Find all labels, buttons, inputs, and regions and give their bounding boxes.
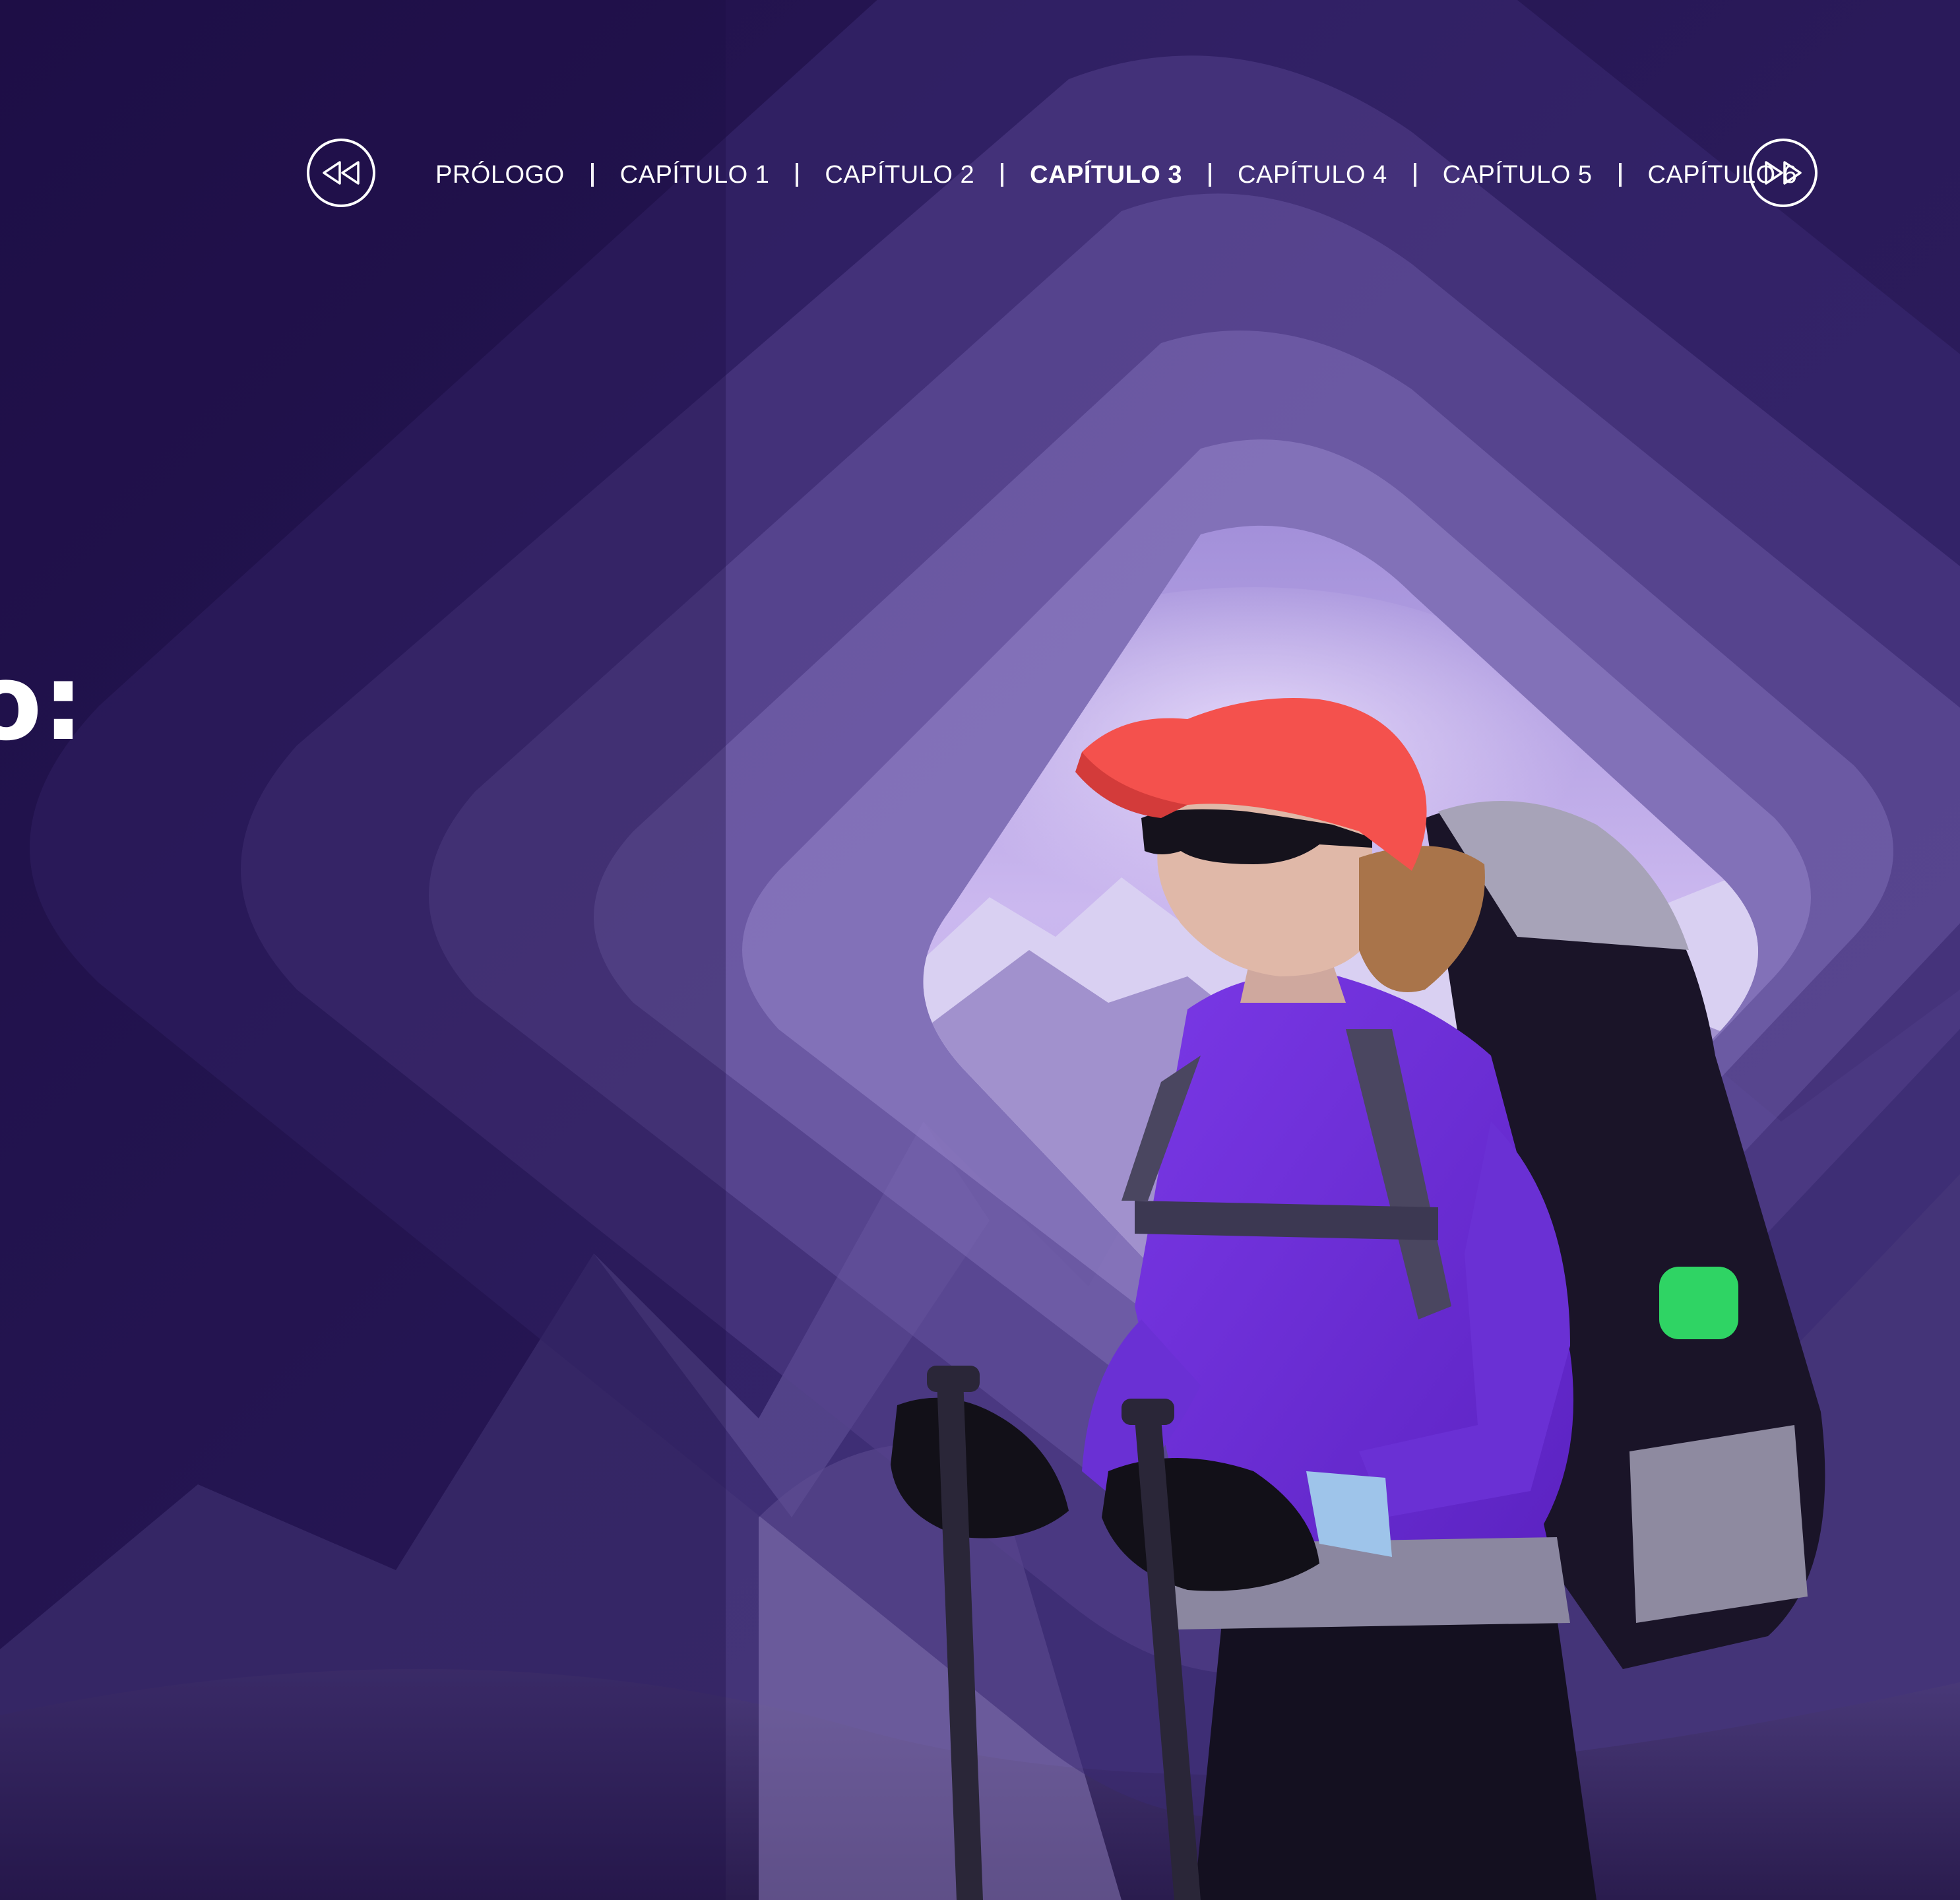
headline-fragment: o: <box>0 641 84 764</box>
chapter-link-prologo[interactable]: PRÓLOGO <box>435 161 565 189</box>
fast-forward-icon <box>1765 161 1802 185</box>
chapter-page: o: PRÓLOGO CAPÍTULO 1 CAPÍTULO 2 CAPÍTUL… <box>0 0 1960 1900</box>
chapter-separator <box>1001 163 1004 187</box>
chapter-separator <box>590 163 594 187</box>
chapter-separator <box>796 163 799 187</box>
chapter-link-2[interactable]: CAPÍTULO 2 <box>825 161 974 189</box>
chapter-list: PRÓLOGO CAPÍTULO 1 CAPÍTULO 2 CAPÍTULO 3… <box>435 158 1797 191</box>
chapter-separator <box>1209 163 1212 187</box>
chapter-separator <box>1413 163 1416 187</box>
hero-illustration <box>0 0 1960 1900</box>
chapter-link-3-active[interactable]: CAPÍTULO 3 <box>1030 161 1182 189</box>
next-chapter-button[interactable] <box>1749 139 1818 207</box>
rewind-icon <box>323 161 360 185</box>
chapter-link-1[interactable]: CAPÍTULO 1 <box>620 161 770 189</box>
chapter-navigation: PRÓLOGO CAPÍTULO 1 CAPÍTULO 2 CAPÍTULO 3… <box>0 139 1960 211</box>
chapter-link-5[interactable]: CAPÍTULO 5 <box>1443 161 1593 189</box>
water-bottle-icon <box>1659 1267 1738 1339</box>
chapter-separator <box>1618 163 1622 187</box>
prev-chapter-button[interactable] <box>307 139 375 207</box>
chapter-link-4[interactable]: CAPÍTULO 4 <box>1238 161 1387 189</box>
